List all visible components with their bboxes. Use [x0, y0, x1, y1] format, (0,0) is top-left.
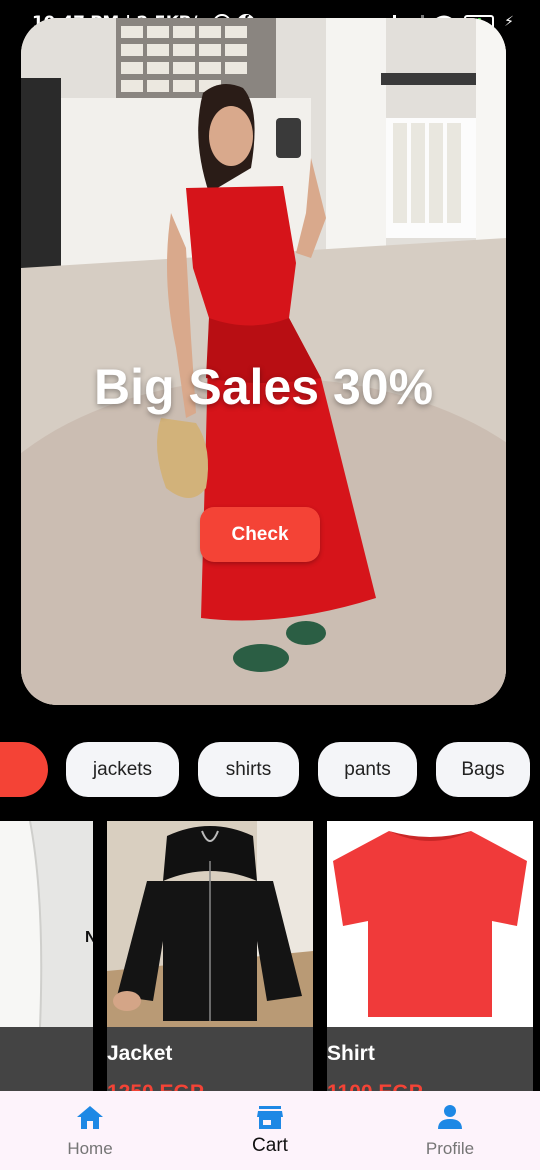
- promo-banner[interactable]: Big Sales 30% Check: [21, 18, 506, 705]
- nav-profile-label: Profile: [425, 1139, 475, 1158]
- nav-profile[interactable]: Profile: [410, 1091, 490, 1170]
- category-chip-shirts[interactable]: shirts: [198, 742, 299, 797]
- home-icon: [77, 1106, 103, 1129]
- product-card-shirt[interactable]: Shirt 1100 EGP: [327, 821, 533, 1091]
- nav-home[interactable]: Home: [50, 1091, 130, 1170]
- product-name: Shirt: [327, 1042, 375, 1065]
- category-chip-pants[interactable]: pants: [318, 742, 417, 797]
- banner-title: Big Sales 30%: [93, 359, 434, 415]
- product-image-jacket: [107, 821, 313, 1027]
- product-name: Jacket: [107, 1042, 173, 1065]
- check-button[interactable]: Check: [200, 507, 320, 562]
- partial-card-letter: N: [85, 929, 93, 946]
- product-card-jacket[interactable]: Jacket 1250 EGP: [107, 821, 313, 1091]
- nav-cart[interactable]: Cart: [230, 1091, 310, 1170]
- product-image: [0, 821, 93, 1027]
- store-icon: [257, 1106, 283, 1129]
- category-chip-active[interactable]: [0, 742, 48, 797]
- category-chips: jackets shirts pants Bags: [0, 742, 540, 798]
- app-screen: 10:47 PM | 2.5KB/s 54 ⚡: [0, 0, 540, 1170]
- person-icon: [438, 1105, 462, 1129]
- product-card[interactable]: N: [0, 821, 93, 1091]
- nav-cart-label: Cart: [252, 1135, 288, 1156]
- product-image-shirt: [327, 821, 533, 1027]
- nav-home-label: Home: [67, 1139, 113, 1158]
- bottom-navigation: Home Cart Profile: [0, 1091, 540, 1170]
- product-price: 1250 EGP: [107, 1081, 204, 1091]
- category-chip-jackets[interactable]: jackets: [66, 742, 179, 797]
- product-list: N Jacket 1250 EGP: [0, 821, 540, 1091]
- product-price: 1100 EGP: [327, 1081, 423, 1091]
- category-chip-bags[interactable]: Bags: [436, 742, 530, 797]
